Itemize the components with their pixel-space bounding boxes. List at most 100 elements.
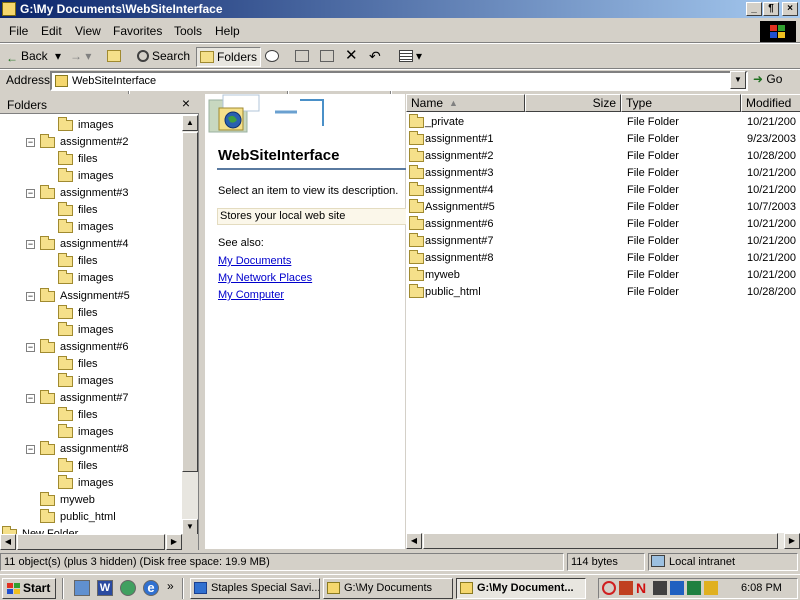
scroll-right-icon[interactable]: ▶ <box>784 533 800 549</box>
history-icon[interactable] <box>262 47 285 67</box>
tree-item[interactable]: images <box>0 117 182 134</box>
close-icon[interactable]: × <box>179 95 193 111</box>
file-row[interactable]: assignment#1 File Folder 9/23/2003 <box>406 131 800 148</box>
tree-item[interactable]: files <box>0 406 182 424</box>
norton-icon[interactable]: N <box>636 581 650 595</box>
restore-button[interactable]: ¶ <box>763 2 779 16</box>
tree-item[interactable]: − Assignment#5 <box>0 287 182 305</box>
tree-item[interactable]: files <box>0 458 182 475</box>
file-row[interactable]: Assignment#5 File Folder 10/7/2003 <box>406 199 800 216</box>
menu-view[interactable]: View <box>75 24 101 38</box>
show-desktop-icon[interactable] <box>74 580 90 596</box>
collapse-icon[interactable]: − <box>26 342 35 352</box>
up-folder-icon[interactable] <box>104 47 127 67</box>
tree-item[interactable]: − assignment#3 <box>0 185 182 202</box>
collapse-icon[interactable]: − <box>26 138 35 148</box>
back-button[interactable]: ← Back <box>3 47 51 67</box>
tray-utility-icon[interactable] <box>653 581 667 595</box>
link-my-network-places[interactable]: My Network Places <box>218 272 312 284</box>
tree-horizontal-scrollbar[interactable]: ◀ ▶ <box>0 534 182 550</box>
scroll-thumb[interactable] <box>182 132 198 472</box>
task-websiteinterface[interactable]: G:\My Document... <box>456 578 586 599</box>
views-icon[interactable]: ▾ <box>396 47 425 67</box>
column-header-modified[interactable]: Modified <box>741 94 800 112</box>
menu-help[interactable]: Help <box>215 24 240 38</box>
tree-item[interactable]: images <box>0 219 182 236</box>
file-row[interactable]: _private File Folder 10/21/200 <box>406 114 800 131</box>
folders-button[interactable]: Folders <box>196 47 262 67</box>
column-header-type[interactable]: Type <box>621 94 741 112</box>
menu-edit[interactable]: Edit <box>41 24 62 38</box>
tree-item[interactable]: files <box>0 355 182 373</box>
go-button[interactable]: ➜ Go <box>753 72 782 86</box>
clock[interactable]: 6:08 PM <box>741 582 782 594</box>
tree-item[interactable]: − assignment#6 <box>0 338 182 356</box>
volume-icon[interactable] <box>704 581 718 595</box>
word-icon[interactable]: W <box>97 580 113 596</box>
scroll-up-icon[interactable]: ▲ <box>182 115 198 131</box>
title-bar[interactable]: G:\My Documents\WebSiteInterface _ ¶ × <box>0 0 800 18</box>
forward-button[interactable]: → ▾ <box>67 47 94 67</box>
tree-item[interactable]: files <box>0 151 182 168</box>
tree-item[interactable]: − assignment#8 <box>0 440 182 458</box>
scroll-thumb[interactable] <box>423 533 778 549</box>
media-player-icon[interactable] <box>120 580 136 596</box>
scroll-left-icon[interactable]: ◀ <box>406 533 422 549</box>
file-row[interactable]: public_html File Folder 10/28/200 <box>406 284 800 301</box>
search-button[interactable]: Search <box>134 47 193 67</box>
tree-item[interactable]: myweb <box>0 492 182 509</box>
tree-item[interactable]: images <box>0 168 182 185</box>
file-row[interactable]: myweb File Folder 10/21/200 <box>406 267 800 284</box>
task-my-documents[interactable]: G:\My Documents <box>323 578 453 599</box>
tree-vertical-scrollbar[interactable]: ▲ ▼ <box>182 115 198 535</box>
network-icon[interactable] <box>670 581 684 595</box>
menu-tools[interactable]: Tools <box>174 24 202 38</box>
tray-app-icon[interactable] <box>619 581 633 595</box>
back-dropdown-icon[interactable]: ▾ <box>52 47 64 67</box>
monitor-icon[interactable] <box>687 581 701 595</box>
start-button[interactable]: Start <box>2 578 56 599</box>
tree-item[interactable]: − assignment#7 <box>0 389 182 407</box>
tree-item[interactable]: files <box>0 202 182 219</box>
delete-icon[interactable]: ✕ <box>342 47 361 67</box>
copy-to-icon[interactable] <box>317 47 340 67</box>
file-row[interactable]: assignment#7 File Folder 10/21/200 <box>406 233 800 250</box>
tree-item[interactable]: images <box>0 475 182 492</box>
file-row[interactable]: assignment#2 File Folder 10/28/200 <box>406 148 800 165</box>
tree-item[interactable]: images <box>0 270 182 287</box>
tree-item[interactable]: images <box>0 423 182 441</box>
tree-item[interactable]: images <box>0 321 182 339</box>
menu-file[interactable]: File <box>9 24 28 38</box>
internet-explorer-icon[interactable]: e <box>143 580 159 596</box>
list-horizontal-scrollbar[interactable]: ◀ ▶ <box>406 533 800 549</box>
scroll-thumb[interactable] <box>17 534 165 550</box>
address-input[interactable]: WebSiteInterface <box>50 71 748 91</box>
scroll-right-icon[interactable]: ▶ <box>166 534 182 550</box>
file-row[interactable]: assignment#4 File Folder 10/21/200 <box>406 182 800 199</box>
address-dropdown-icon[interactable]: ▼ <box>730 71 746 89</box>
collapse-icon[interactable]: − <box>26 444 35 454</box>
tree-item[interactable]: − assignment#4 <box>0 236 182 253</box>
link-my-computer[interactable]: My Computer <box>218 289 284 301</box>
collapse-icon[interactable]: − <box>26 291 35 301</box>
task-staples[interactable]: Staples Special Savi... <box>190 578 320 599</box>
undo-icon[interactable]: ↶ <box>366 47 384 67</box>
scroll-left-icon[interactable]: ◀ <box>0 534 16 550</box>
tree-item[interactable]: files <box>0 253 182 270</box>
tree-item[interactable]: files <box>0 304 182 322</box>
tree-item[interactable]: − assignment#2 <box>0 134 182 151</box>
tree-item[interactable]: public_html <box>0 509 182 526</box>
antivirus-icon[interactable] <box>602 581 616 595</box>
collapse-icon[interactable]: − <box>26 240 35 250</box>
tree-item[interactable]: images <box>0 372 182 390</box>
file-row[interactable]: assignment#8 File Folder 10/21/200 <box>406 250 800 267</box>
file-row[interactable]: assignment#6 File Folder 10/21/200 <box>406 216 800 233</box>
collapse-icon[interactable]: − <box>26 189 35 199</box>
close-button[interactable]: × <box>782 2 798 16</box>
minimize-button[interactable]: _ <box>746 2 762 16</box>
collapse-icon[interactable]: − <box>26 393 35 403</box>
menu-favorites[interactable]: Favorites <box>113 24 162 38</box>
scroll-down-icon[interactable]: ▼ <box>182 519 198 535</box>
more-quicklaunch-icon[interactable]: » <box>167 579 174 593</box>
link-my-documents[interactable]: My Documents <box>218 255 291 267</box>
